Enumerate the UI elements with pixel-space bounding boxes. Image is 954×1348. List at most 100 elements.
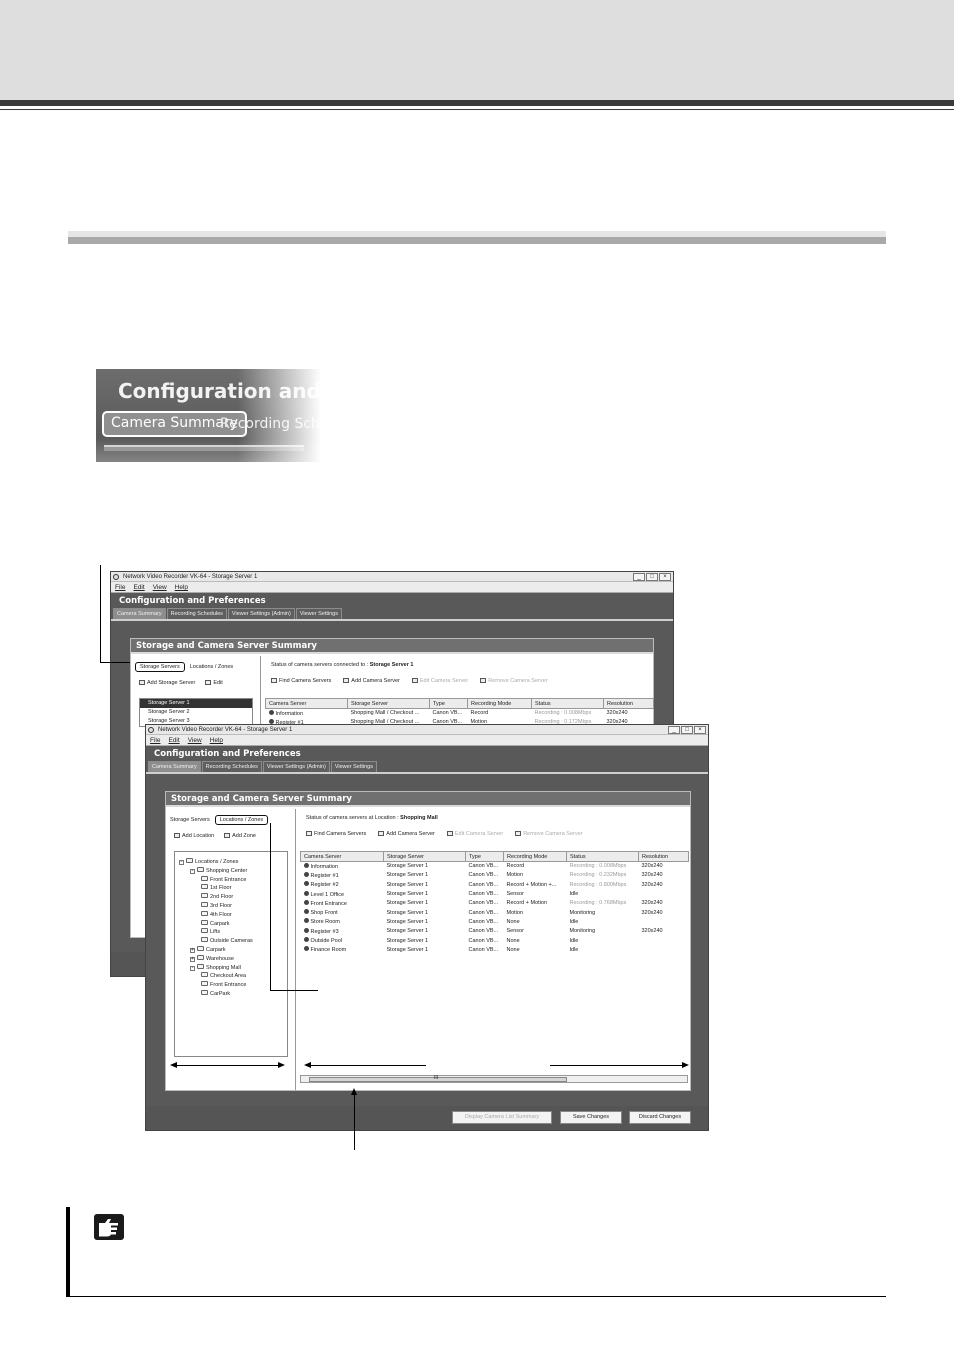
menu-file[interactable]: File (150, 735, 160, 745)
storage-server-item[interactable]: Storage Server 1 (140, 699, 252, 708)
table-row[interactable]: Level 1 Office Storage Server 1 Canon VB..… (301, 889, 689, 898)
col-storage-server[interactable]: Storage Server (347, 698, 430, 709)
table-row[interactable]: Register #1 Storage Server 1 Canon VB... Mo… (301, 871, 689, 880)
expand-icon[interactable]: + (190, 956, 195, 962)
table-row[interactable]: Front Entrance Storage Server 1 Canon VB..… (301, 899, 689, 908)
tree-node[interactable]: CarPark (201, 990, 230, 999)
maximize-icon[interactable]: □ (646, 573, 658, 581)
add-camera-server-button[interactable]: Add Camera Server (343, 678, 400, 684)
col-type[interactable]: Type (465, 851, 504, 862)
cell-storage: Storage Server 1 (386, 891, 429, 898)
col-recording-mode[interactable]: Recording Mode (467, 698, 532, 709)
col-recording-mode[interactable]: Recording Mode (503, 851, 567, 862)
tab-viewer-settings[interactable]: Viewer Settings (295, 608, 342, 619)
col-status[interactable]: Status (566, 851, 639, 862)
tree-node[interactable]: + Carpark (190, 946, 226, 955)
tree-node-label: Carpark (210, 920, 230, 927)
window1-toolbar: Find Camera Servers Add Camera Server Ed… (271, 678, 547, 684)
tree-node[interactable]: Front Entrance (201, 875, 246, 885)
edit-camera-server-button[interactable]: Edit Camera Server (411, 678, 468, 684)
table-row[interactable]: Finance Room Storage Server 1 Canon VB... N… (301, 945, 689, 954)
minimize-icon[interactable]: _ (668, 726, 680, 734)
expand-icon[interactable]: + (190, 948, 195, 953)
close-icon[interactable]: × (659, 573, 671, 581)
display-camera-list-summary-button[interactable]: Display Camera List Summary (452, 1111, 552, 1124)
tree-node[interactable]: - Locations / Zones (179, 858, 238, 867)
remove-camera-server-button[interactable]: Remove Camera Server (515, 831, 582, 837)
tree-node[interactable]: - Shopping Mall (190, 963, 241, 973)
tree-node[interactable]: 1st Floor (201, 884, 231, 893)
col-storage-server[interactable]: Storage Server (383, 851, 466, 862)
add-location-button[interactable]: Add Location (174, 833, 214, 839)
storage-server-item[interactable]: Storage Server 2 (140, 708, 252, 717)
tree-node[interactable]: 3rd Floor (201, 902, 232, 911)
tree-node[interactable]: Lifts (201, 928, 220, 937)
collapse-icon[interactable]: - (190, 868, 195, 874)
camera-name: Register #2 (310, 882, 339, 889)
edit-button[interactable]: Edit (205, 680, 223, 686)
save-changes-button[interactable]: Save Changes (560, 1111, 622, 1124)
add-storage-server-button[interactable]: Add Storage Server (139, 680, 195, 686)
tab-storage-servers[interactable]: Storage Servers (170, 817, 210, 823)
col-camera-server[interactable]: Camera Server (265, 698, 348, 709)
collapse-icon[interactable]: - (179, 860, 184, 865)
table-row[interactable]: Information Shopping Mall / Checkout ...… (266, 709, 654, 718)
add-camera-server-button[interactable]: Add Camera Server (378, 831, 435, 837)
tab-storage-servers[interactable]: Storage Servers (135, 662, 185, 672)
menu-edit[interactable]: Edit (168, 735, 179, 745)
edit-camera-server-button[interactable]: Edit Camera Server (446, 831, 503, 837)
tree-node[interactable]: - Shopping Center (190, 866, 247, 876)
tree-node[interactable]: Outside Cameras (201, 937, 253, 946)
table-row[interactable]: Outside Pool Storage Server 1 Canon VB... N… (301, 936, 689, 945)
find-camera-servers-button[interactable]: Find Camera Servers (271, 678, 331, 684)
tree-node[interactable]: 4th Floor (201, 910, 232, 920)
minimize-icon[interactable]: _ (633, 573, 645, 581)
tree-node[interactable]: Front Entrance (201, 981, 246, 990)
menu-help[interactable]: Help (175, 582, 188, 592)
add-zone-button[interactable]: Add Zone (224, 833, 256, 839)
table-row[interactable]: Store Room Storage Server 1 Canon VB... Non… (301, 917, 689, 926)
tab-locations-zones[interactable]: Locations / Zones (190, 664, 233, 670)
table-row[interactable]: Information Storage Server 1 Canon VB... Re… (301, 862, 689, 871)
tab-viewer-settings[interactable]: Viewer Settings (330, 761, 377, 772)
find-camera-servers-button[interactable]: Find Camera Servers (306, 831, 366, 837)
folder-icon (201, 928, 208, 934)
menu-file[interactable]: File (115, 582, 125, 592)
status-prefix: Status of camera servers connected to : (271, 662, 369, 668)
maximize-icon[interactable]: □ (681, 726, 693, 734)
col-resolution[interactable]: Resolution (638, 851, 689, 862)
table-row[interactable]: Register #3 Storage Server 1 Canon VB... Se… (301, 927, 689, 936)
tab-recording-schedules[interactable]: Recording Schedules (201, 761, 262, 772)
tree-node[interactable]: Carpark (201, 919, 230, 929)
tree-node[interactable]: 2nd Floor (201, 893, 233, 902)
close-icon[interactable]: × (694, 726, 706, 734)
cell-status: Recording : 0.800Mbps (569, 881, 627, 888)
table-row[interactable]: Shop Front Storage Server 1 Canon VB... Mot… (301, 908, 689, 917)
col-resolution[interactable]: Resolution (603, 698, 654, 709)
tree-node[interactable]: + Warehouse (190, 954, 234, 964)
horizontal-scrollbar[interactable]: III (300, 1075, 688, 1083)
table-row[interactable]: Register #2 Storage Server 1 Canon VB... Re… (301, 880, 689, 889)
scrollbar-thumb[interactable]: III (309, 1075, 567, 1082)
menu-edit[interactable]: Edit (133, 582, 144, 592)
remove-camera-server-button[interactable]: Remove Camera Server (480, 678, 547, 684)
tab-camera-summary[interactable]: Camera Summary (113, 608, 166, 619)
menu-help[interactable]: Help (210, 735, 223, 745)
menu-view[interactable]: View (188, 735, 202, 745)
tree-node[interactable]: Checkout Area (201, 972, 246, 981)
menu-view[interactable]: View (153, 582, 167, 592)
server-icon (139, 680, 145, 685)
col-type[interactable]: Type (429, 698, 468, 709)
tab-locations-zones[interactable]: Locations / Zones (214, 815, 269, 825)
col-camera-server[interactable]: Camera Server (300, 851, 384, 862)
tab-viewer-settings-admin[interactable]: Viewer Settings (Admin) (227, 608, 295, 619)
callout-storage-servers-vertical (100, 565, 101, 663)
tab-recording-schedules[interactable]: Recording Schedules (166, 608, 227, 619)
col-status[interactable]: Status (531, 698, 604, 709)
tab-viewer-settings-admin[interactable]: Viewer Settings (Admin) (262, 761, 330, 772)
discard-changes-button[interactable]: Discard Changes (629, 1111, 691, 1124)
tab-camera-summary[interactable]: Camera Summary (148, 761, 201, 772)
folder-icon (201, 910, 208, 916)
collapse-icon[interactable]: - (190, 965, 195, 971)
zoom-tab-recording-schedules[interactable]: Recording Sched (220, 416, 328, 432)
